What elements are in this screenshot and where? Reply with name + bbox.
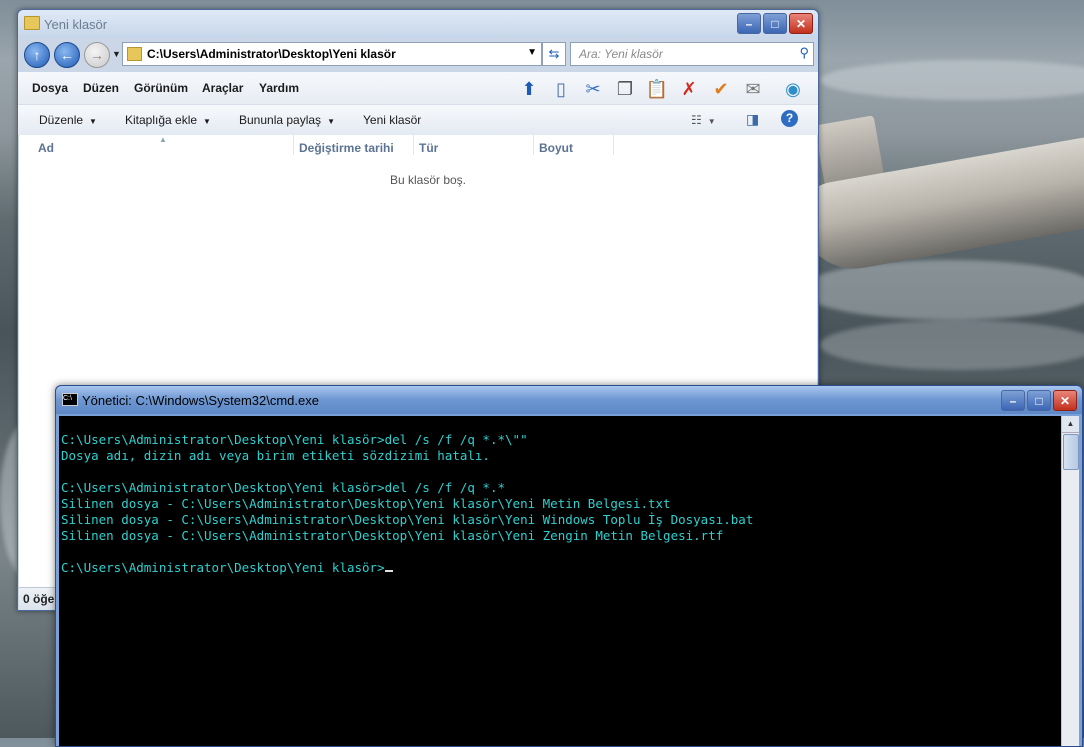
- share-with-label: Bununla paylaş: [239, 113, 322, 127]
- minimize-button[interactable]: –: [737, 13, 761, 34]
- console-line: C:\Users\Administrator\Desktop\Yeni klas…: [61, 560, 753, 576]
- cut-icon[interactable]: ✂: [581, 77, 605, 101]
- column-name[interactable]: Ad: [38, 141, 54, 155]
- column-type[interactable]: Tür: [419, 141, 438, 155]
- empty-folder-message: Bu klasör boş.: [389, 173, 467, 187]
- console-output[interactable]: C:\Users\Administrator\Desktop\Yeni klas…: [59, 416, 1062, 746]
- search-input[interactable]: Ara: Yeni klasör ⚲: [570, 42, 814, 66]
- address-text: C:\Users\Administrator\Desktop\Yeni klas…: [147, 47, 396, 61]
- forward-button[interactable]: →: [84, 42, 110, 68]
- organize-button[interactable]: Düzenle ▼: [39, 113, 97, 127]
- console-line: Silinen dosya - C:\Users\Administrator\D…: [61, 528, 724, 543]
- chevron-down-icon: ▼: [327, 117, 335, 126]
- view-options-icon[interactable]: ☷ ▼: [691, 113, 716, 127]
- column-date-modified[interactable]: Değiştirme tarihi: [299, 141, 394, 155]
- console-line: Dosya adı, dizin adı veya birim etiketi …: [61, 448, 490, 463]
- checkmark-icon[interactable]: ✔: [709, 77, 733, 101]
- explorer-titlebar[interactable]: Yeni klasör – □ ✕: [18, 10, 818, 38]
- folder-icon: [127, 47, 142, 61]
- console-line: Silinen dosya - C:\Users\Administrator\D…: [61, 512, 754, 527]
- cmd-icon: C:\: [62, 393, 78, 406]
- organize-label: Düzenle: [39, 113, 84, 127]
- back-button[interactable]: ←: [54, 42, 80, 68]
- maximize-button[interactable]: □: [763, 13, 787, 34]
- menu-edit[interactable]: Düzen: [83, 81, 119, 95]
- layout-icon[interactable]: ▯: [549, 77, 573, 101]
- globe-icon[interactable]: ◉: [781, 77, 805, 101]
- item-count: 0 öğe: [23, 592, 55, 606]
- copy-icon[interactable]: ❐: [613, 77, 637, 101]
- mail-icon[interactable]: ✉: [741, 77, 765, 101]
- chevron-down-icon: ▼: [89, 117, 97, 126]
- add-to-library-button[interactable]: Kitaplığa ekle ▼: [125, 113, 211, 127]
- cmd-title: Yönetici: C:\Windows\System32\cmd.exe: [82, 393, 319, 408]
- folder-icon: [24, 16, 40, 30]
- menu-bar: Dosya Düzen Görünüm Araçlar Yardım ⬆ ▯ ✂…: [18, 72, 818, 104]
- console-line: C:\Users\Administrator\Desktop\Yeni klas…: [61, 432, 528, 447]
- scroll-up-icon[interactable]: ▲: [1062, 416, 1079, 433]
- console-text: C:\Users\Administrator\Desktop\Yeni klas…: [61, 432, 753, 576]
- cmd-window: C:\ Yönetici: C:\Windows\System32\cmd.ex…: [55, 385, 1083, 747]
- menu-view[interactable]: Görünüm: [134, 81, 188, 95]
- console-line: C:\Users\Administrator\Desktop\Yeni klas…: [61, 480, 506, 495]
- minimize-button[interactable]: –: [1001, 390, 1025, 411]
- address-bar[interactable]: C:\Users\Administrator\Desktop\Yeni klas…: [122, 42, 542, 66]
- up-icon[interactable]: ↑: [24, 42, 50, 68]
- preview-pane-icon[interactable]: ◨: [746, 111, 759, 128]
- search-placeholder: Ara: Yeni klasör: [579, 47, 663, 61]
- add-to-library-label: Kitaplığa ekle: [125, 113, 198, 127]
- new-folder-button[interactable]: Yeni klasör: [363, 113, 421, 127]
- menu-help[interactable]: Yardım: [259, 81, 299, 95]
- column-size[interactable]: Boyut: [539, 141, 573, 155]
- close-button[interactable]: ✕: [789, 13, 813, 34]
- up-folder-icon[interactable]: ⬆: [517, 77, 541, 101]
- menu-tools[interactable]: Araçlar: [202, 81, 243, 95]
- history-dropdown-icon[interactable]: ▼: [112, 49, 121, 59]
- console-line: Silinen dosya - C:\Users\Administrator\D…: [61, 496, 671, 511]
- chevron-down-icon[interactable]: ▼: [527, 47, 537, 58]
- cmd-titlebar[interactable]: C:\ Yönetici: C:\Windows\System32\cmd.ex…: [56, 386, 1082, 414]
- help-icon[interactable]: ?: [781, 110, 798, 127]
- command-bar: Düzenle ▼ Kitaplığa ekle ▼ Bununla paylaş ▼…: [18, 104, 818, 136]
- cursor: [384, 570, 393, 572]
- menu-file[interactable]: Dosya: [32, 81, 68, 95]
- delete-icon[interactable]: ✗: [677, 77, 701, 101]
- refresh-button[interactable]: ⇆: [542, 42, 566, 66]
- chevron-down-icon: ▼: [203, 117, 211, 126]
- scrollbar[interactable]: ▲: [1061, 416, 1079, 746]
- explorer-title: Yeni klasör: [44, 17, 108, 32]
- sort-indicator-icon: ▲: [159, 135, 167, 144]
- navigation-bar: ↑ ← → ▼ C:\Users\Administrator\Desktop\Y…: [22, 40, 814, 68]
- close-button[interactable]: ✕: [1053, 390, 1077, 411]
- scroll-thumb[interactable]: [1063, 434, 1079, 470]
- share-with-button[interactable]: Bununla paylaş ▼: [239, 113, 335, 127]
- paste-icon[interactable]: 📋: [645, 77, 669, 101]
- maximize-button[interactable]: □: [1027, 390, 1051, 411]
- search-icon[interactable]: ⚲: [799, 45, 809, 61]
